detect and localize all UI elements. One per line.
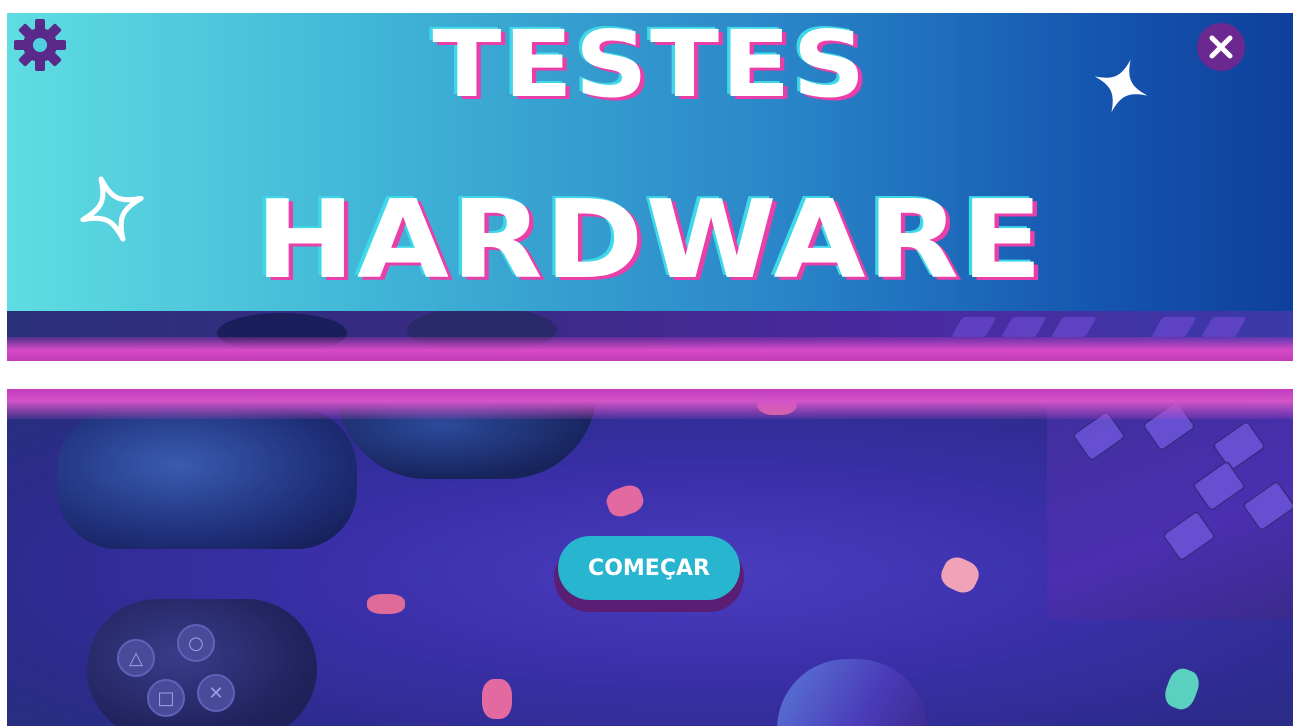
headphone-decoration xyxy=(57,409,357,549)
mouse-decoration xyxy=(777,659,927,726)
start-button[interactable]: COMEÇAR xyxy=(558,536,740,600)
close-icon xyxy=(1209,35,1233,59)
sparkle-outline-icon xyxy=(80,176,144,242)
start-button-wrapper: COMEÇAR xyxy=(554,536,744,614)
title-banner: TESTES HARDWARE xyxy=(7,13,1293,361)
keyboard-decoration xyxy=(1047,389,1293,619)
close-button[interactable] xyxy=(1197,23,1245,71)
title-line-2: HARDWARE xyxy=(255,178,1045,303)
controller-decoration: △ ○ □ ✕ xyxy=(87,599,317,726)
banner-glow-stripe xyxy=(7,337,1293,361)
gear-icon[interactable] xyxy=(12,17,68,73)
sparkle-icon xyxy=(1094,59,1148,113)
banner-background-photo xyxy=(7,311,1293,361)
panel-glow-stripe xyxy=(7,389,1293,419)
